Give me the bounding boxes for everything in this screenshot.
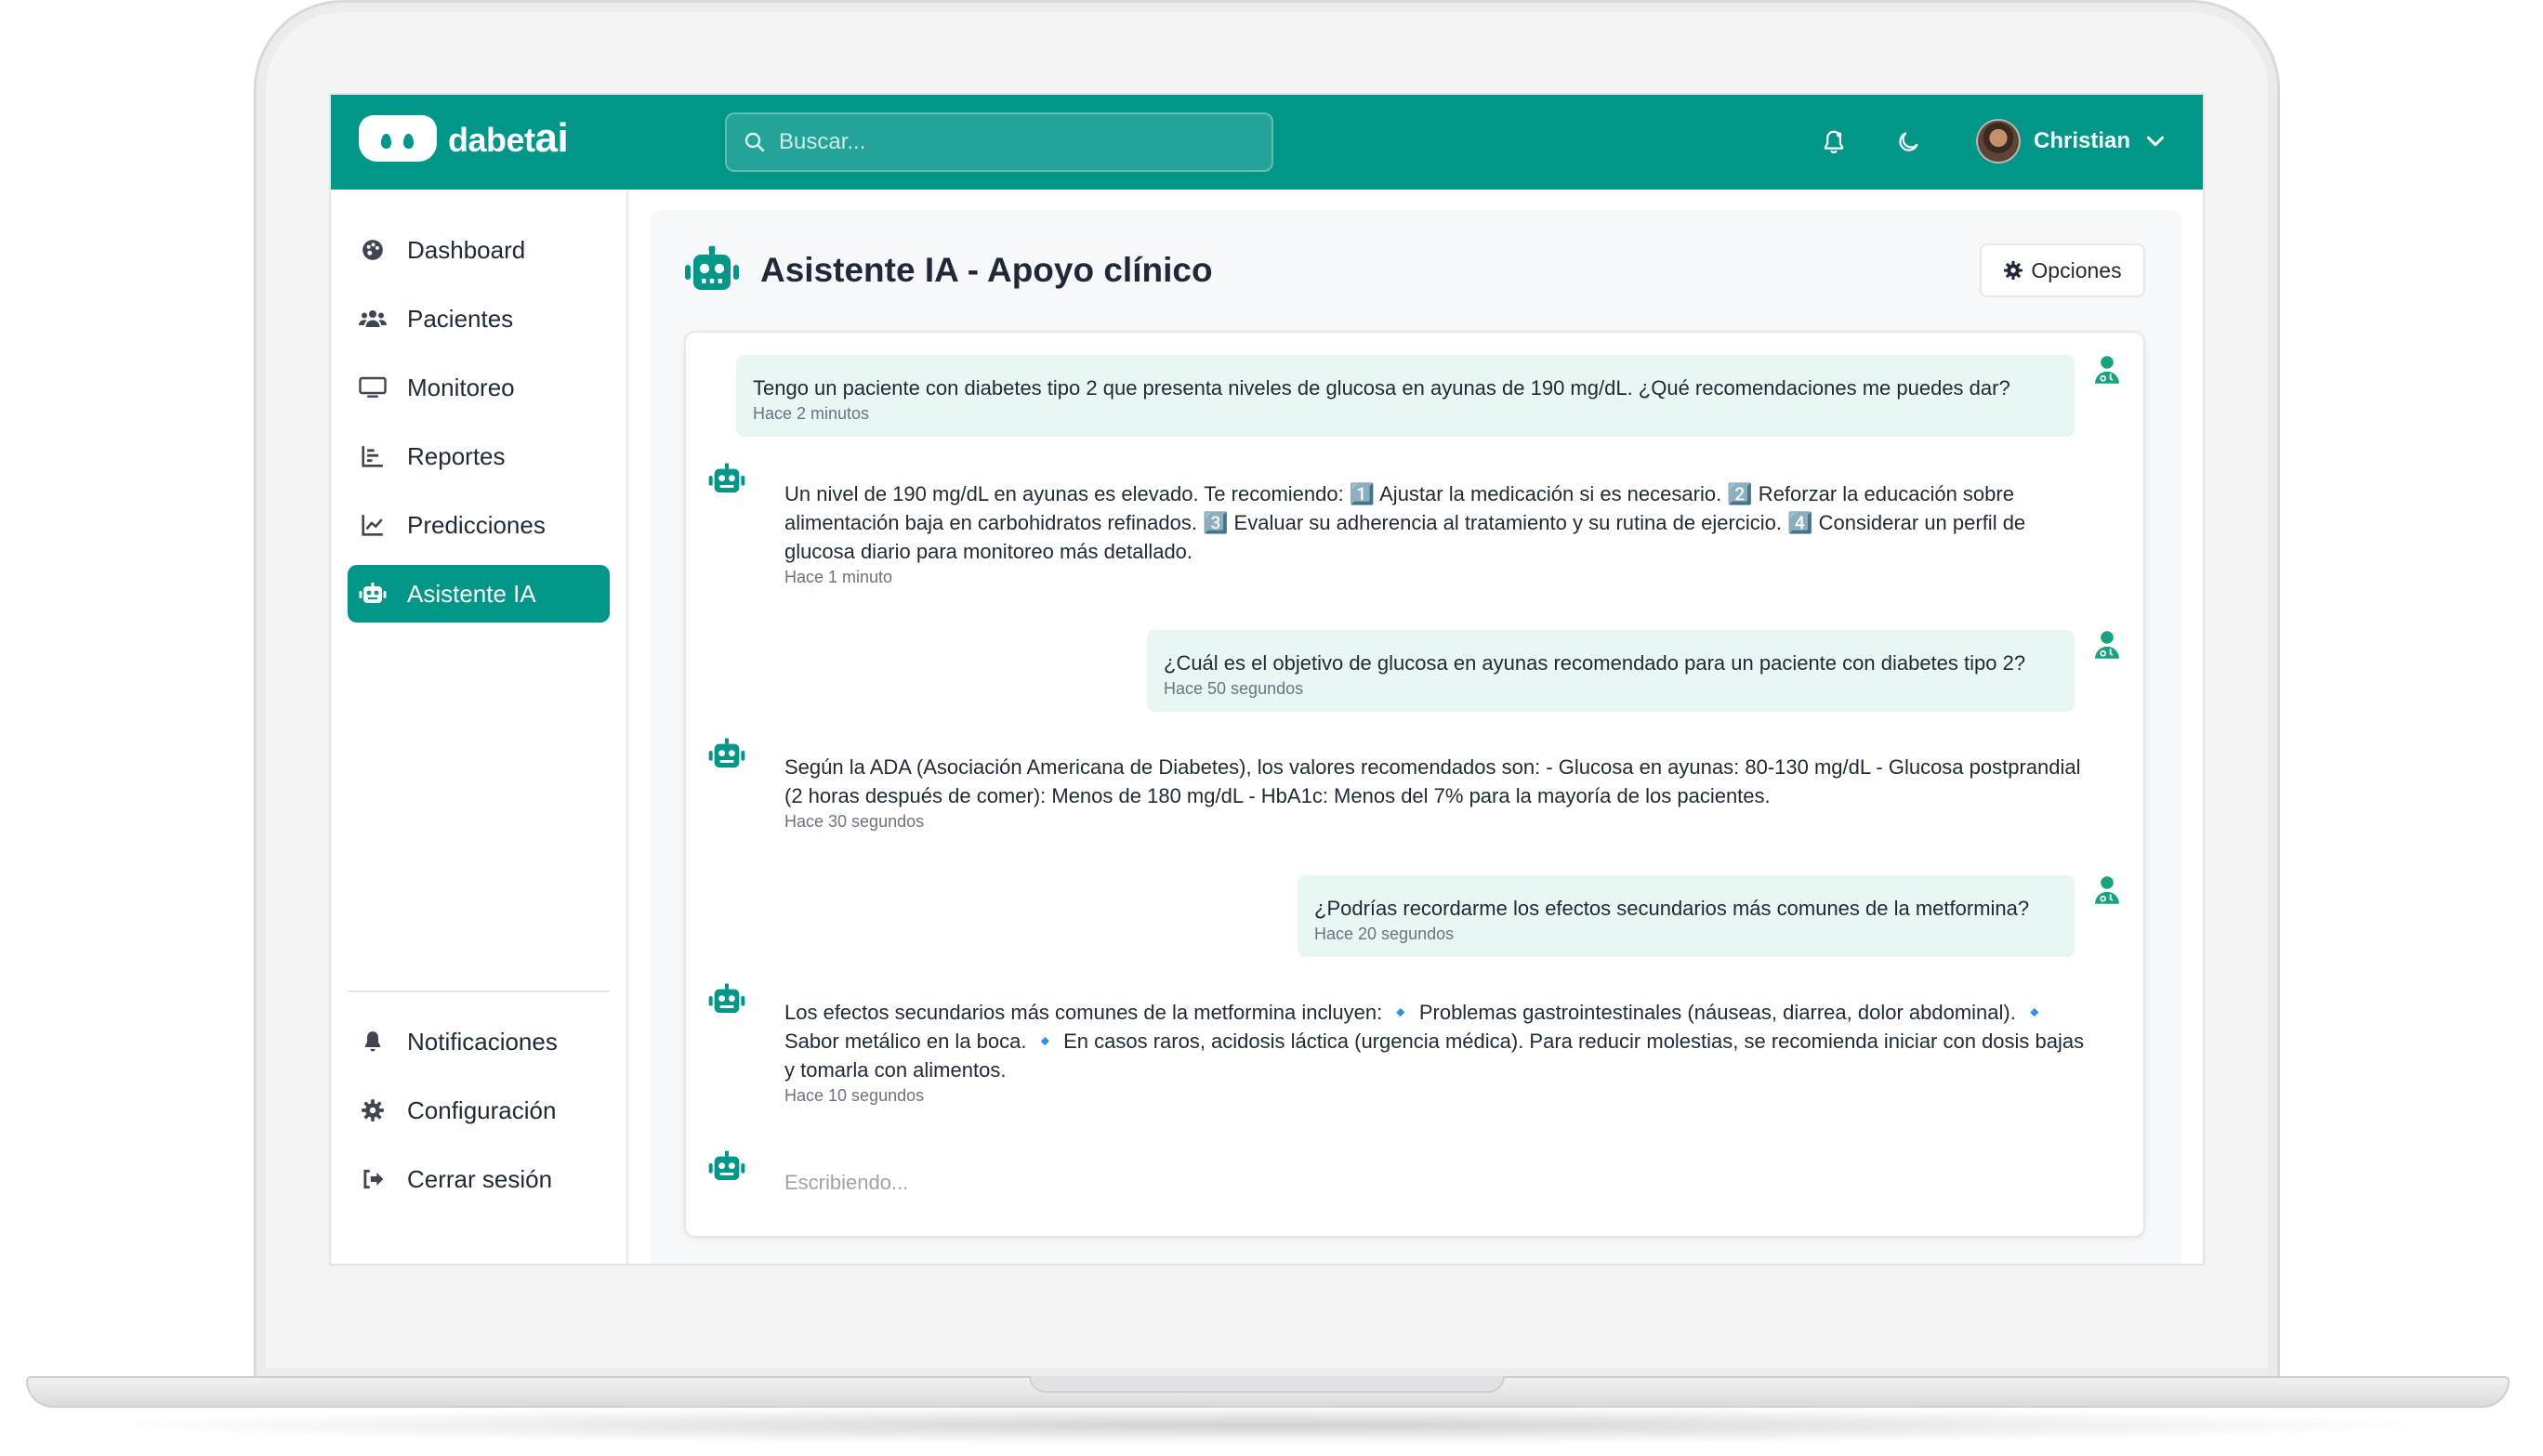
sidebar-item-label: Monitoreo xyxy=(407,373,515,401)
sidebar-divider xyxy=(348,990,610,992)
sidebar-item-label: Notificaciones xyxy=(407,1027,558,1056)
bot-avatar-icon xyxy=(708,463,745,496)
message-text: Tengo un paciente con diabetes tipo 2 qu… xyxy=(753,376,2010,400)
doctor-icon xyxy=(2093,875,2123,907)
notifications-bell-button[interactable] xyxy=(1818,126,1850,158)
moon-icon xyxy=(1899,132,1918,151)
sidebar-item-pacientes[interactable]: Pacientes xyxy=(348,290,610,348)
user-menu[interactable]: Christian xyxy=(1976,119,2167,164)
laptop-notch xyxy=(1029,1376,1505,1393)
user-message: Tengo un paciente con diabetes tipo 2 qu… xyxy=(736,355,2075,437)
user-name: Christian xyxy=(2034,128,2131,153)
options-button[interactable]: Opciones xyxy=(1980,243,2145,297)
page-title: Asistente IA - Apoyo clínico xyxy=(760,251,1213,289)
sidebar-item-configuracion[interactable]: Configuración xyxy=(348,1082,610,1139)
sidebar-item-label: Predicciones xyxy=(407,510,546,539)
doctor-icon xyxy=(2093,630,2123,662)
message-text: Según la ADA (Asociación Americana de Di… xyxy=(784,755,2081,807)
sidebar-item-label: Reportes xyxy=(407,441,506,470)
sidebar-item-label: Dashboard xyxy=(407,235,526,264)
sidebar-item-label: Asistente IA xyxy=(407,579,536,608)
sidebar-item-monitoreo[interactable]: Monitoreo xyxy=(348,359,610,416)
page-header: Asistente IA - Apoyo clínico xyxy=(684,245,1213,295)
options-button-label: Opciones xyxy=(2031,257,2122,282)
sidebar-item-label: Pacientes xyxy=(407,304,514,333)
bot-avatar-icon xyxy=(708,738,745,771)
palette-icon xyxy=(359,236,387,264)
message-text: Los efectos secundarios más comunes de l… xyxy=(784,1001,2085,1082)
monitor-icon xyxy=(359,374,387,401)
user-message: ¿Cuál es el objetivo de glucosa en ayuna… xyxy=(1147,630,2075,712)
laptop-shadow xyxy=(102,1407,2435,1444)
gear-icon xyxy=(2004,260,2023,281)
gear-icon xyxy=(359,1096,387,1124)
robot-icon xyxy=(685,245,739,290)
line-chart-icon xyxy=(359,511,387,539)
app-logo[interactable]: dabetai xyxy=(359,115,569,162)
sidebar-item-notificaciones[interactable]: Notificaciones xyxy=(348,1013,610,1070)
sidebar-item-dashboard[interactable]: Dashboard xyxy=(348,221,610,279)
message-time: Hace 10 segundos xyxy=(784,1086,925,1105)
search-input[interactable] xyxy=(779,129,1244,155)
robot-icon xyxy=(359,580,387,608)
bot-message: Un nivel de 190 mg/dL en ayunas es eleva… xyxy=(784,479,2086,587)
sidebar-item-cerrar-sesion[interactable]: Cerrar sesión xyxy=(348,1150,610,1208)
bot-message: Los efectos secundarios más comunes de l… xyxy=(784,998,2086,1106)
search-icon xyxy=(744,132,765,152)
message-text: ¿Cuál es el objetivo de glucosa en ayuna… xyxy=(1164,651,2026,675)
sidebar: Dashboard Pacientes Monitoreo Reportes P… xyxy=(331,190,628,1264)
logo-text: dabetai xyxy=(448,115,569,161)
doctor-icon xyxy=(2093,355,2123,387)
user-message: ¿Podrías recordarme los efectos secundar… xyxy=(1298,875,2075,957)
logo-mark-icon xyxy=(359,115,437,162)
bot-message: Según la ADA (Asociación Americana de Di… xyxy=(784,753,2086,832)
message-time: Hace 1 minuto xyxy=(784,568,893,586)
sign-out-icon xyxy=(359,1165,387,1193)
chat-panel: Tengo un paciente con diabetes tipo 2 qu… xyxy=(684,331,2145,1238)
top-bar: dabetai Christian xyxy=(331,95,2203,190)
typing-indicator: Escribiendo... xyxy=(784,1171,909,1194)
sidebar-item-label: Configuración xyxy=(407,1095,557,1124)
sidebar-item-label: Cerrar sesión xyxy=(407,1164,553,1193)
avatar xyxy=(1976,119,2021,164)
search-box[interactable] xyxy=(725,112,1273,172)
bell-icon xyxy=(359,1028,387,1056)
users-icon xyxy=(359,305,387,333)
sidebar-item-predicciones[interactable]: Predicciones xyxy=(348,496,610,554)
bell-icon xyxy=(1824,130,1844,154)
main-content: Asistente IA - Apoyo clínico Opciones Te… xyxy=(651,210,2182,1264)
message-time: Hace 20 segundos xyxy=(1314,925,1455,943)
chevron-down-icon xyxy=(2146,136,2165,147)
message-text: Un nivel de 190 mg/dL en ayunas es eleva… xyxy=(784,482,2026,563)
bar-chart-icon xyxy=(359,442,387,470)
dark-mode-toggle[interactable] xyxy=(1892,126,1924,158)
sidebar-item-reportes[interactable]: Reportes xyxy=(348,427,610,485)
bot-avatar-icon xyxy=(708,1150,745,1184)
message-time: Hace 2 minutos xyxy=(753,404,870,423)
app-screen: dabetai Christian Dashboard Pacientes xyxy=(329,93,2205,1266)
message-time: Hace 30 segundos xyxy=(784,812,925,831)
message-text: ¿Podrías recordarme los efectos secundar… xyxy=(1314,897,2030,920)
sidebar-item-asistente-ia[interactable]: Asistente IA xyxy=(348,565,610,623)
bot-avatar-icon xyxy=(708,983,745,1017)
message-time: Hace 50 segundos xyxy=(1164,679,1304,698)
